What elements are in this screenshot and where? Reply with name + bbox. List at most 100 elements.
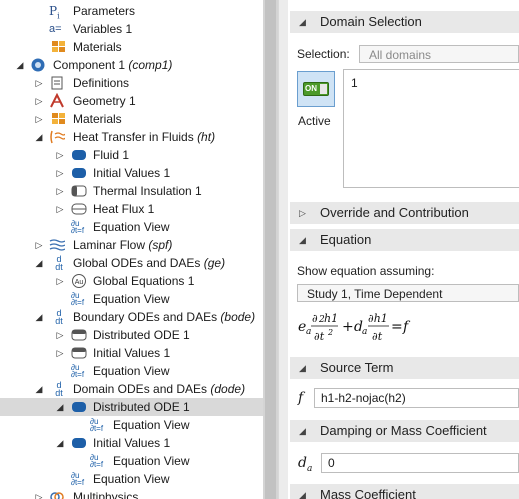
- active-toggle-button[interactable]: ON: [297, 71, 335, 107]
- tree-item-component-1[interactable]: ◢ Component 1 (comp1): [0, 56, 263, 74]
- tree-item-label: Equation View: [93, 364, 170, 378]
- tree-item-definitions[interactable]: ▷ Definitions: [0, 74, 263, 92]
- tree-item-materials[interactable]: ▷ Materials: [0, 110, 263, 128]
- tree-item-parameters[interactable]: Pi Parameters: [0, 2, 263, 20]
- section-source-term[interactable]: ◢ Source Term: [290, 357, 519, 379]
- source-term-input[interactable]: h1-h2-nojac(h2): [314, 388, 519, 408]
- section-mass-coefficient[interactable]: ◢ Mass Coefficient: [290, 484, 519, 499]
- ode-interface-icon: d dt: [55, 308, 63, 326]
- equation-view-icon: ∂u ∂t=f: [90, 417, 104, 433]
- tree-item-label: Domain ODEs and DAEs (dode): [73, 382, 246, 396]
- tree-item-label: Initial Values 1: [93, 436, 171, 450]
- tree-item-laminar-flow[interactable]: ▷ Laminar Flow (spf): [0, 236, 263, 254]
- svg-text:f: f: [402, 319, 411, 335]
- ode-interface-icon: d dt: [55, 254, 63, 272]
- physics-node-icon: [72, 402, 86, 412]
- equation-view-icon: ∂u ∂t=f: [71, 363, 85, 379]
- tree-item-boundary-odes[interactable]: ◢ d dt Boundary ODEs and DAEs (bode): [0, 308, 263, 326]
- physics-node-icon: [72, 438, 86, 448]
- selection-list[interactable]: 1: [343, 69, 519, 188]
- tree-item-multiphysics[interactable]: ▷ Multiphysics: [0, 488, 263, 499]
- ode-interface-icon: d dt: [55, 380, 63, 398]
- tree-item-initial-values-1[interactable]: ▷ Initial Values 1: [0, 164, 263, 182]
- expand-arrow-icon[interactable]: ▷: [34, 236, 44, 254]
- svg-text:∂t: ∂t: [314, 330, 325, 343]
- tree-item-equation-view[interactable]: ∂u ∂t=f Equation View: [0, 218, 263, 236]
- tree-item-equation-view[interactable]: ∂u ∂t=f Equation View: [0, 362, 263, 380]
- tree-item-tag: (ge): [203, 256, 226, 270]
- tree-item-global-odes[interactable]: ◢ d dt Global ODEs and DAEs (ge): [0, 254, 263, 272]
- damping-input[interactable]: 0: [321, 453, 519, 473]
- expand-arrow-icon[interactable]: ▷: [55, 326, 65, 344]
- tree-item-initial-values-1-boundary[interactable]: ▷ Initial Values 1: [0, 344, 263, 362]
- section-equation[interactable]: ◢ Equation: [290, 229, 519, 251]
- tree-item-fluid-1[interactable]: ▷ Fluid 1: [0, 146, 263, 164]
- tree-item-label: Multiphysics: [73, 490, 139, 499]
- collapse-arrow-icon[interactable]: ◢: [34, 308, 44, 326]
- collapse-arrow-icon[interactable]: ◢: [34, 380, 44, 398]
- section-domain-selection[interactable]: ◢ Domain Selection: [290, 11, 519, 33]
- tree-item-label: Global Equations 1: [93, 274, 195, 288]
- tree-scrollbar[interactable]: [263, 0, 278, 499]
- collapse-arrow-icon[interactable]: ◢: [34, 128, 44, 146]
- materials-icon: [52, 113, 65, 124]
- collapse-arrow-icon[interactable]: ◢: [15, 56, 25, 74]
- laminar-flow-icon: [49, 239, 65, 251]
- tree-item-heat-flux-1[interactable]: ▷ Heat Flux 1: [0, 200, 263, 218]
- tree-item-geometry-1[interactable]: ▷ Geometry 1: [0, 92, 263, 110]
- section-damping-coefficient[interactable]: ◢ Damping or Mass Coefficient: [290, 420, 519, 442]
- expand-arrow-icon[interactable]: ▷: [55, 344, 65, 362]
- tree-item-materials-global[interactable]: Materials: [0, 38, 263, 56]
- section-title: Domain Selection: [320, 14, 422, 29]
- tree-item-label: Distributed ODE 1: [93, 400, 190, 414]
- selection-label: Selection:: [297, 47, 350, 61]
- expand-arrow-icon[interactable]: ▷: [34, 488, 44, 499]
- heat-transfer-icon: [50, 130, 65, 144]
- tree-item-domain-odes[interactable]: ◢ d dt Domain ODEs and DAEs (dode): [0, 380, 263, 398]
- tree-item-label: Laminar Flow (spf): [73, 238, 173, 252]
- tree-item-label: Distributed ODE 1: [93, 328, 190, 342]
- boundary-node-icon: [71, 329, 87, 341]
- expand-arrow-icon[interactable]: ▷: [34, 92, 44, 110]
- selection-list-item[interactable]: 1: [351, 76, 358, 90]
- multiphysics-icon: [50, 492, 64, 499]
- global-equation-icon: Au: [72, 274, 86, 288]
- section-override-contribution[interactable]: ▷ Override and Contribution: [290, 202, 519, 224]
- expand-arrow-icon[interactable]: ▷: [55, 200, 65, 218]
- tree-item-heat-transfer[interactable]: ◢ Heat Transfer in Fluids (ht): [0, 128, 263, 146]
- expand-arrow-icon[interactable]: ▷: [55, 146, 65, 164]
- scrollbar-thumb[interactable]: [265, 0, 276, 499]
- tree-item-label: Geometry 1: [73, 94, 136, 108]
- tree-item-label: Parameters: [73, 4, 136, 18]
- collapse-arrow-icon: ◢: [299, 235, 306, 245]
- tree-item-distributed-ode-1-boundary[interactable]: ▷ Distributed ODE 1: [0, 326, 263, 344]
- svg-text:∂: ∂: [312, 312, 318, 325]
- study-combo[interactable]: Study 1, Time Dependent: [297, 284, 519, 302]
- collapse-arrow-icon[interactable]: ◢: [55, 398, 65, 416]
- tree-item-tag: (comp1): [128, 58, 173, 72]
- collapse-arrow-icon[interactable]: ◢: [55, 434, 65, 452]
- expand-arrow-icon[interactable]: ▷: [55, 272, 65, 290]
- tree-item-equation-view[interactable]: ∂u ∂t=f Equation View: [0, 290, 263, 308]
- tree-item-equation-view[interactable]: ∂u ∂t=f Equation View: [0, 452, 263, 470]
- tree-item-label: Equation View: [93, 220, 170, 234]
- tree-item-distributed-ode-1-selected[interactable]: ◢ Distributed ODE 1: [0, 398, 263, 416]
- tree-item-equation-view[interactable]: ∂u ∂t=f Equation View: [0, 416, 263, 434]
- tree-item-initial-values-1-domain[interactable]: ◢ Initial Values 1: [0, 434, 263, 452]
- variables-icon: a=: [49, 23, 62, 35]
- expand-arrow-icon[interactable]: ▷: [55, 182, 65, 200]
- tree-item-tag: (ht): [197, 130, 216, 144]
- expand-arrow-icon[interactable]: ▷: [55, 164, 65, 182]
- tree-item-equation-view[interactable]: ∂u ∂t=f Equation View: [0, 470, 263, 488]
- selection-combo[interactable]: All domains: [359, 45, 519, 63]
- tree-item-variables-1[interactable]: a= Variables 1: [0, 20, 263, 38]
- svg-text:∂t: ∂t: [372, 330, 383, 343]
- collapse-arrow-icon[interactable]: ◢: [34, 254, 44, 272]
- svg-text:a: a: [362, 327, 367, 337]
- on-switch-icon: ON: [303, 82, 329, 96]
- expand-arrow-icon[interactable]: ▷: [34, 110, 44, 128]
- expand-arrow-icon[interactable]: ▷: [34, 74, 44, 92]
- tree-item-global-equations-1[interactable]: ▷ Au Global Equations 1: [0, 272, 263, 290]
- tree-item-thermal-insulation-1[interactable]: ▷ Thermal Insulation 1: [0, 182, 263, 200]
- boundary-node-icon: [71, 203, 87, 215]
